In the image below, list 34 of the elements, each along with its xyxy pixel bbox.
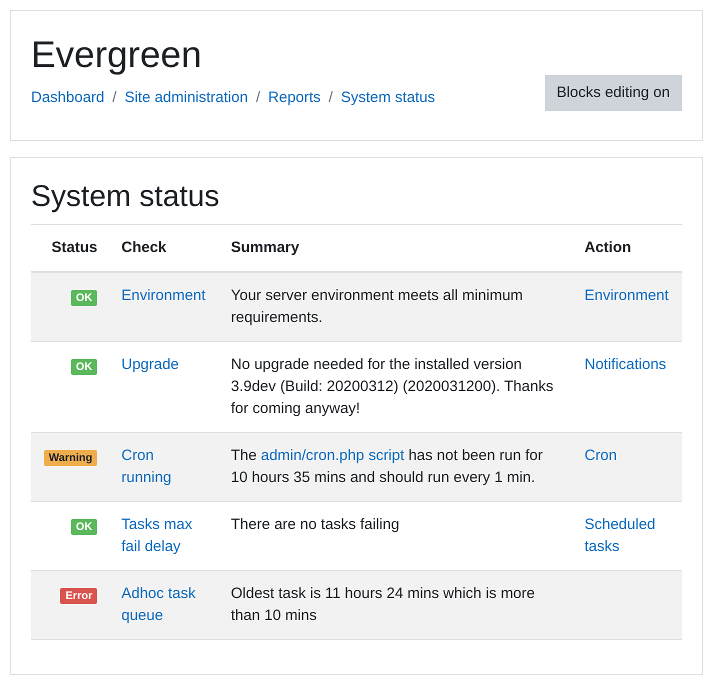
breadcrumb-link[interactable]: Site administration [124,86,248,110]
summary-text: There are no tasks failing [230,516,400,533]
status-badge: OK [70,359,98,375]
check-link[interactable]: Upgrade [121,354,207,376]
summary-text: The admin/cron.php script has not been run for 10 hours 35 mins and should run every 1 min. [230,447,543,486]
status-badge: OK [70,519,98,535]
page-title: System status [31,178,682,225]
check-link[interactable]: Cron running [121,445,207,489]
column-header: Action [572,225,682,272]
column-header: Check [109,225,219,272]
blocks-editing-button[interactable]: Blocks editing on [544,75,682,111]
breadcrumb-link[interactable]: Reports [268,86,321,110]
action-link[interactable]: Notifications [584,354,670,376]
breadcrumb-separator: / [112,88,117,108]
column-header: Status [31,225,110,272]
site-title: Evergreen [31,33,202,77]
summary-text: Your server environment meets all minimum requirements. [230,287,523,326]
check-link[interactable]: Adhoc task queue [121,583,207,627]
breadcrumb-link[interactable]: Dashboard [31,86,104,110]
breadcrumb-separator: / [328,88,333,108]
breadcrumb-separator: / [256,88,260,108]
action-link[interactable]: Environment [584,285,670,307]
summary-text: Oldest task is 11 hours 24 mins which is more than 10 mins [230,585,535,624]
action-link[interactable]: Scheduled tasks [584,514,670,558]
summary-text: No upgrade needed for the installed version 3.9dev (Build: 20200312) (2020031200). Thanks for coming anyway! [230,356,554,417]
check-link[interactable]: Environment [121,285,207,307]
script-link[interactable]: admin/cron.php script [260,447,404,464]
action-link[interactable]: Cron [584,445,670,467]
status-badge: Error [60,588,98,604]
status-badge: OK [70,290,98,306]
breadcrumb-link[interactable]: System status [340,86,436,110]
column-header: Summary [218,225,572,272]
status-badge: Warning [44,450,98,466]
check-link[interactable]: Tasks max fail delay [121,514,207,558]
